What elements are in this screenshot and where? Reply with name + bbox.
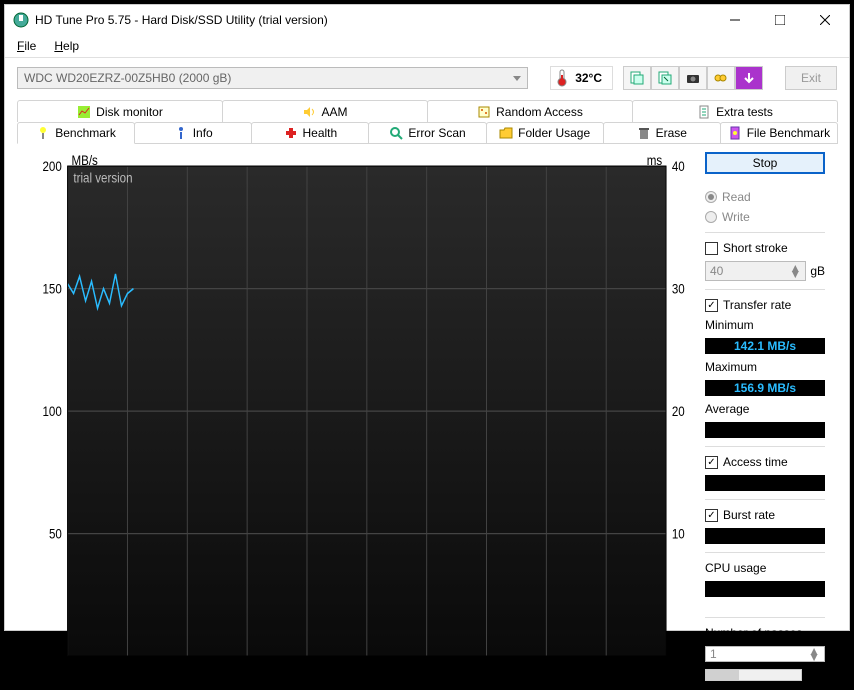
tab-erase[interactable]: Erase (603, 122, 721, 144)
stop-button[interactable]: Stop (705, 152, 825, 174)
svg-text:0: 0 (64, 664, 70, 680)
tab-extra-tests[interactable]: Extra tests (632, 100, 838, 122)
svg-text:1600: 1600 (533, 664, 559, 680)
svg-text:trial version: trial version (73, 169, 132, 185)
svg-text:1200: 1200 (414, 664, 440, 680)
svg-text:200: 200 (118, 664, 137, 680)
write-radio[interactable]: Write (705, 210, 825, 224)
minimum-label: Minimum (705, 318, 825, 332)
cpu-usage-value (705, 581, 825, 597)
menu-file[interactable]: File (15, 37, 38, 55)
save-screenshot-button[interactable] (651, 66, 679, 90)
svg-text:1000: 1000 (354, 664, 380, 680)
tab-bar: Disk monitor AAM Random Access Extra tes… (5, 100, 849, 144)
svg-text:400: 400 (178, 664, 197, 680)
minimize-button[interactable] (712, 5, 757, 35)
chevron-down-icon (513, 76, 521, 81)
average-value (705, 422, 825, 438)
svg-text:1800: 1800 (593, 664, 619, 680)
window-title: HD Tune Pro 5.75 - Hard Disk/SSD Utility… (35, 13, 712, 27)
tab-folder-usage[interactable]: Folder Usage (486, 122, 604, 144)
progress-text: 1/1 (808, 668, 825, 682)
svg-text:200: 200 (43, 158, 62, 174)
tab-file-benchmark[interactable]: File Benchmark (720, 122, 838, 144)
average-label: Average (705, 402, 825, 416)
benchmark-chart: 0200400600800100012001400160018002000501… (29, 152, 695, 682)
copy-info-button[interactable] (623, 66, 651, 90)
svg-text:1400: 1400 (474, 664, 500, 680)
tab-content: 0200400600800100012001400160018002000501… (17, 143, 837, 690)
svg-text:10: 10 (672, 525, 685, 541)
svg-text:gB: gB (672, 664, 686, 680)
tab-benchmark[interactable]: Benchmark (17, 122, 135, 144)
burst-rate-value (705, 528, 825, 544)
drive-select-value: WDC WD20EZRZ-00Z5HB0 (2000 gB) (24, 71, 231, 85)
cpu-usage-label: CPU usage (705, 561, 825, 575)
tab-health[interactable]: Health (251, 122, 369, 144)
burst-rate-checkbox[interactable]: ✓Burst rate (705, 508, 825, 522)
tab-random-access[interactable]: Random Access (427, 100, 633, 122)
close-button[interactable] (802, 5, 847, 35)
svg-text:600: 600 (237, 664, 256, 680)
svg-text:150: 150 (43, 280, 62, 296)
menubar: File Help (5, 35, 849, 58)
options-button[interactable] (707, 66, 735, 90)
exit-button[interactable]: Exit (785, 66, 837, 90)
short-stroke-value[interactable]: 40▲▼ (705, 261, 806, 281)
tab-disk-monitor[interactable]: Disk monitor (17, 100, 223, 122)
transfer-rate-checkbox[interactable]: ✓Transfer rate (705, 298, 825, 312)
maximum-label: Maximum (705, 360, 825, 374)
tab-error-scan[interactable]: Error Scan (368, 122, 486, 144)
save-button[interactable] (735, 66, 763, 90)
tab-aam[interactable]: AAM (222, 100, 428, 122)
drive-select[interactable]: WDC WD20EZRZ-00Z5HB0 (2000 gB) (17, 67, 528, 89)
temperature-value: 32°C (575, 71, 602, 85)
passes-label: Number of passes (705, 626, 825, 640)
short-stroke-checkbox[interactable]: Short stroke (705, 241, 825, 255)
menu-help[interactable]: Help (52, 37, 81, 55)
maximum-value: 156.9 MB/s (705, 380, 825, 396)
tab-info[interactable]: Info (134, 122, 252, 144)
camera-button[interactable] (679, 66, 707, 90)
maximize-button[interactable] (757, 5, 802, 35)
svg-text:800: 800 (297, 664, 316, 680)
svg-text:20: 20 (672, 403, 685, 419)
read-radio[interactable]: Read (705, 190, 825, 204)
svg-text:100: 100 (43, 403, 62, 419)
svg-text:40: 40 (672, 158, 685, 174)
progress-bar (705, 669, 802, 681)
thermometer-icon (555, 69, 569, 87)
app-icon (13, 12, 29, 28)
app-window: HD Tune Pro 5.75 - Hard Disk/SSD Utility… (4, 4, 850, 631)
toolbar: WDC WD20EZRZ-00Z5HB0 (2000 gB) 32°C Exit (5, 58, 849, 100)
titlebar: HD Tune Pro 5.75 - Hard Disk/SSD Utility… (5, 5, 849, 35)
svg-text:30: 30 (672, 280, 685, 296)
temperature-display: 32°C (550, 66, 613, 90)
access-time-checkbox[interactable]: ✓Access time (705, 455, 825, 469)
minimum-value: 142.1 MB/s (705, 338, 825, 354)
passes-input[interactable]: 1▲▼ (705, 646, 825, 662)
svg-text:50: 50 (49, 525, 62, 541)
side-panel: Stop Read Write Short stroke 40▲▼ gB ✓Tr… (705, 152, 825, 682)
access-time-value (705, 475, 825, 491)
